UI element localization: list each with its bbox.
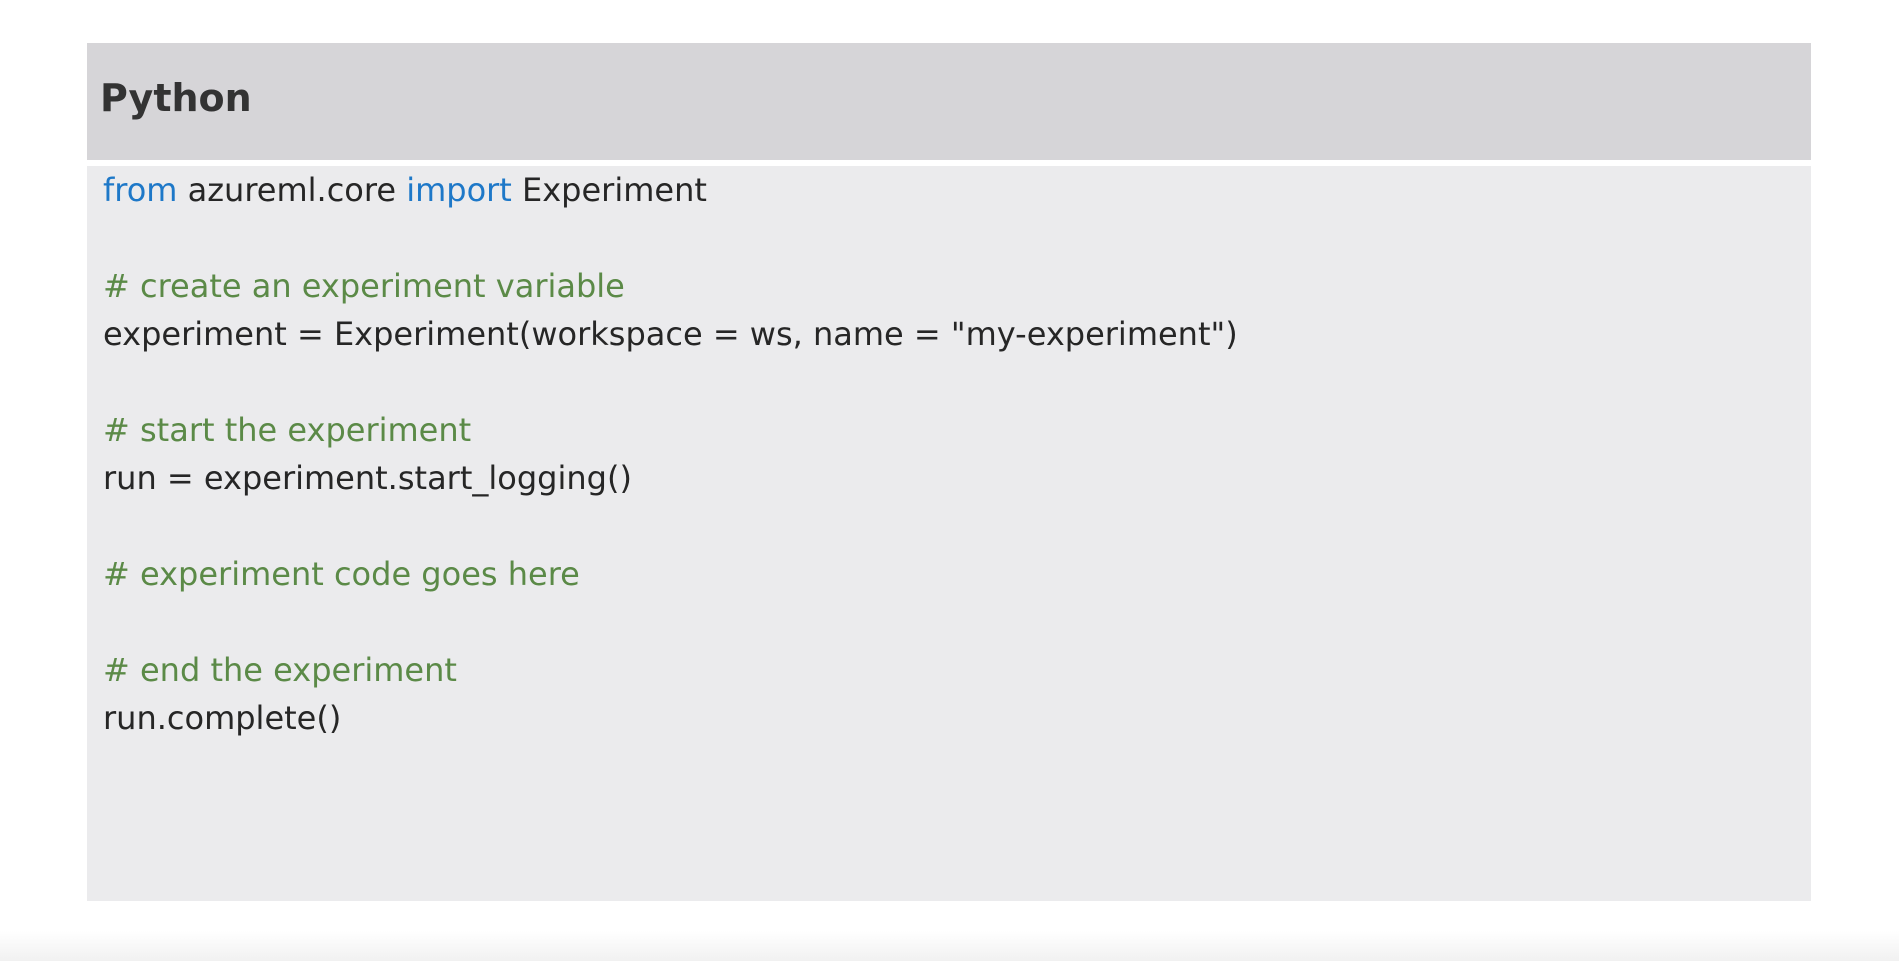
keyword-import: import — [406, 171, 512, 209]
code-line-blank — [103, 214, 1238, 262]
code-line: experiment = Experiment(workspace = ws, … — [103, 315, 1238, 353]
code-block: from azureml.core import Experiment # cr… — [103, 166, 1238, 742]
code-comment: # start the experiment — [103, 411, 472, 449]
code-line-blank — [103, 358, 1238, 406]
code-comment: # end the experiment — [103, 651, 457, 689]
module-name: azureml.core — [177, 171, 407, 209]
code-panel: Python from azureml.core import Experime… — [87, 43, 1811, 901]
bottom-edge — [0, 931, 1899, 961]
code-line-blank — [103, 502, 1238, 550]
imported-class: Experiment — [511, 171, 707, 209]
code-comment: # create an experiment variable — [103, 267, 625, 305]
language-title: Python — [100, 76, 252, 120]
code-line-import: from azureml.core import Experiment — [103, 166, 1238, 214]
panel-header: Python — [87, 43, 1811, 160]
code-line-blank — [103, 598, 1238, 646]
code-line: run.complete() — [103, 699, 342, 737]
code-line: run = experiment.start_logging() — [103, 459, 632, 497]
keyword-from: from — [103, 171, 178, 209]
code-comment: # experiment code goes here — [103, 555, 580, 593]
